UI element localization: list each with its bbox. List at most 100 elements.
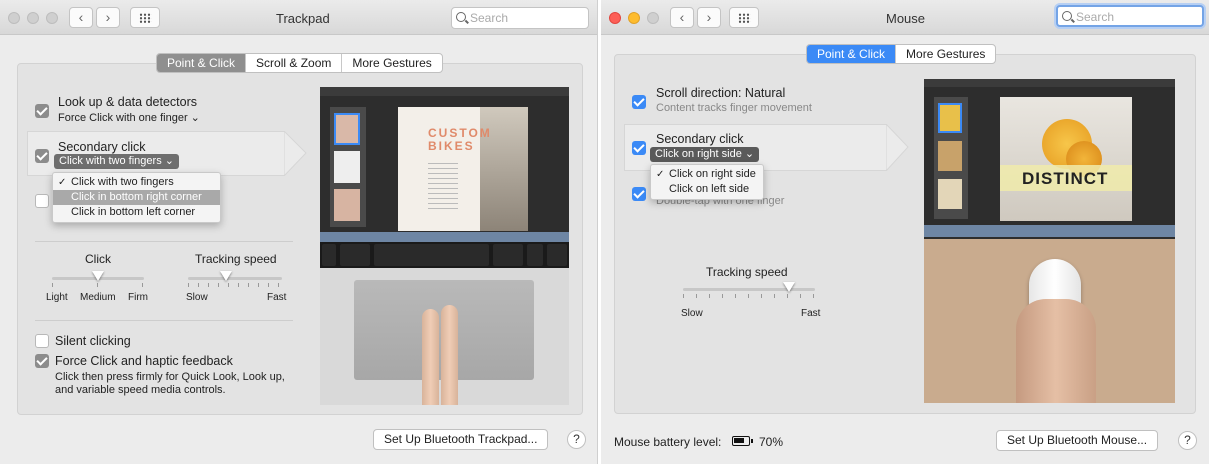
secondary-click-label: Secondary click: [656, 132, 744, 146]
tab-more-gestures[interactable]: More Gestures: [342, 54, 441, 72]
zoom-window-button[interactable]: [46, 12, 58, 24]
search-input[interactable]: Search: [1056, 5, 1204, 27]
preview-dock: [320, 232, 569, 242]
preview-headline: DISTINCT: [1022, 169, 1109, 188]
tracking-slider-title: Tracking speed: [706, 265, 788, 279]
help-button[interactable]: ?: [567, 430, 586, 449]
preview-screen: CUSTOM BIKES: [320, 87, 569, 242]
minimize-window-button[interactable]: [628, 12, 640, 24]
show-all-button[interactable]: [130, 7, 160, 28]
preview-finger: [441, 305, 458, 405]
chevron-left-icon: ‹: [78, 9, 84, 25]
click-slider-title: Click: [85, 252, 111, 266]
click-slider-knob[interactable]: [92, 271, 104, 281]
preview-menubar: [320, 87, 569, 96]
scroll-direction-label: Scroll direction: Natural: [656, 86, 786, 100]
chevron-down-icon: ⌄: [744, 148, 755, 160]
secondary-click-menu: Click on right side Click on left side: [650, 164, 764, 200]
divider: [35, 241, 293, 242]
secondary-click-checkbox[interactable]: [35, 149, 49, 163]
force-click-desc-1: Click then press firmly for Quick Look, …: [55, 371, 285, 383]
tab-point-click[interactable]: Point & Click: [157, 54, 247, 72]
show-all-button[interactable]: [729, 7, 759, 28]
battery-icon: [732, 436, 753, 446]
chevron-down-icon: ⌄: [190, 112, 200, 124]
lookup-checkbox[interactable]: [35, 104, 49, 118]
divider: [35, 320, 293, 321]
grid-icon: [139, 13, 152, 23]
preview-sidebar: [934, 97, 968, 219]
force-click-label: Force Click and haptic feedback: [55, 354, 233, 368]
tab-bar: Point & Click More Gestures: [806, 44, 997, 64]
secondary-click-option: Click on right side: [655, 148, 742, 160]
close-window-button[interactable]: [8, 12, 20, 24]
secondary-click-popup[interactable]: Click on right side ⌄: [650, 147, 760, 162]
scroll-direction-checkbox[interactable]: [632, 95, 646, 109]
menu-item-bottom-right[interactable]: Click in bottom right corner: [53, 190, 220, 205]
setup-bluetooth-trackpad-button[interactable]: Set Up Bluetooth Trackpad...: [373, 429, 549, 450]
preview-finger: [422, 309, 439, 405]
click-label-medium: Medium: [80, 292, 116, 303]
tracking-slider[interactable]: [188, 271, 282, 287]
menu-item-bottom-left[interactable]: Click in bottom left corner: [53, 205, 220, 220]
chevron-right-icon: ›: [105, 9, 111, 25]
slider-ticks: [683, 294, 815, 298]
secondary-click-label: Secondary click: [58, 140, 146, 154]
tracking-slider-knob[interactable]: [219, 271, 232, 281]
tab-point-click[interactable]: Point & Click: [807, 45, 897, 63]
search-input[interactable]: Search: [451, 7, 589, 29]
secondary-click-popup[interactable]: Click with two fingers ⌄: [54, 154, 179, 169]
forward-button[interactable]: ›: [96, 7, 120, 28]
tab-scroll-zoom[interactable]: Scroll & Zoom: [246, 54, 343, 72]
menu-item-two-fingers[interactable]: Click with two fingers: [53, 175, 220, 190]
slider-ticks: [188, 283, 282, 287]
force-click-desc-2: and variable speed media controls.: [55, 384, 226, 396]
tracking-label-slow: Slow: [186, 292, 208, 303]
chevron-down-icon: ⌄: [164, 155, 174, 167]
silent-clicking-label: Silent clicking: [55, 334, 131, 348]
title-bar: ‹ › Mouse Search: [601, 0, 1209, 35]
gesture-preview-image: CUSTOM BIKES: [320, 87, 569, 405]
preview-sidebar: [330, 107, 366, 227]
preview-page: CUSTOM BIKES: [398, 107, 528, 231]
battery-label: Mouse battery level:: [614, 435, 722, 449]
scroll-direction-desc: Content tracks finger movement: [656, 102, 812, 114]
preview-screen: DISTINCT: [924, 79, 1175, 239]
click-label-firm: Firm: [128, 292, 148, 303]
forward-button[interactable]: ›: [697, 7, 721, 28]
lookup-label: Look up & data detectors: [58, 95, 197, 109]
preview-dock: [924, 225, 1175, 237]
battery-value: 70%: [759, 435, 784, 449]
mouse-window: ‹ › Mouse Search Point & Click More Gest…: [601, 0, 1209, 464]
highlight-arrow: [886, 124, 909, 171]
search-placeholder: Search: [470, 11, 509, 25]
secondary-click-checkbox[interactable]: [632, 141, 646, 155]
zoom-window-button[interactable]: [647, 12, 659, 24]
smart-zoom-checkbox[interactable]: [632, 187, 646, 201]
tab-bar: Point & Click Scroll & Zoom More Gesture…: [156, 53, 443, 73]
help-button[interactable]: ?: [1178, 431, 1197, 450]
silent-clicking-checkbox[interactable]: [35, 334, 49, 348]
click-slider[interactable]: [52, 271, 144, 287]
title-bar: ‹ › Trackpad Search: [0, 0, 597, 35]
menu-item-right-side[interactable]: Click on right side: [651, 167, 763, 182]
menu-item-left-side[interactable]: Click on left side: [651, 182, 763, 197]
back-button[interactable]: ‹: [670, 7, 694, 28]
tracking-slider[interactable]: [683, 282, 815, 298]
setup-bluetooth-mouse-button[interactable]: Set Up Bluetooth Mouse...: [996, 430, 1159, 451]
chevron-right-icon: ›: [706, 9, 712, 25]
close-window-button[interactable]: [609, 12, 621, 24]
tab-more-gestures[interactable]: More Gestures: [896, 45, 995, 63]
search-icon: [1062, 11, 1072, 21]
minimize-window-button[interactable]: [27, 12, 39, 24]
lookup-popup[interactable]: Force Click with one finger ⌄: [58, 111, 200, 124]
tracking-slider-knob[interactable]: [782, 282, 795, 292]
tracking-slider-title: Tracking speed: [195, 252, 277, 266]
force-click-checkbox[interactable]: [35, 354, 49, 368]
search-placeholder: Search: [1076, 10, 1115, 24]
hidden-checkbox[interactable]: [35, 194, 49, 208]
trackpad-window: ‹ › Trackpad Search Point & Click Scroll…: [0, 0, 598, 464]
grid-icon: [738, 13, 751, 23]
preview-keyboard: [320, 242, 569, 268]
back-button[interactable]: ‹: [69, 7, 93, 28]
